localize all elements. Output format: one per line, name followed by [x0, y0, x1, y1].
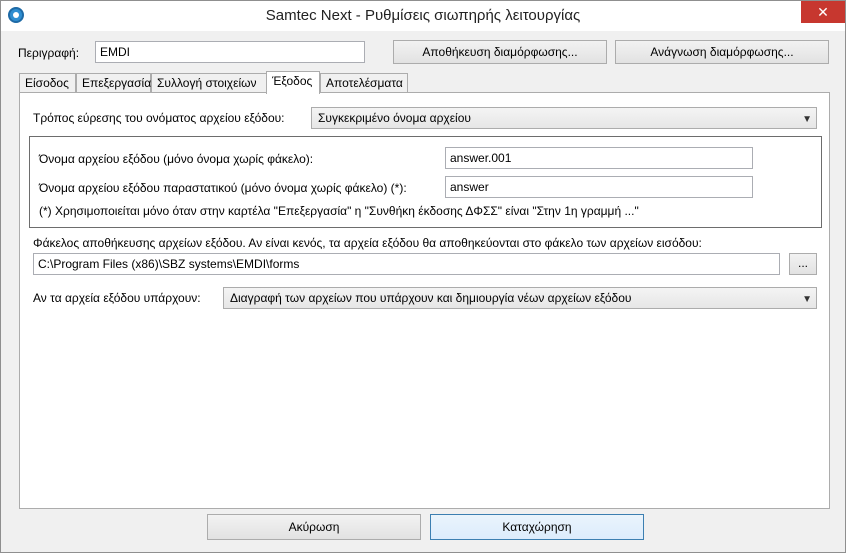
filename-mode-select[interactable]: Συγκεκριμένο όνομα αρχείου ▼	[311, 107, 817, 129]
doc-name-label: Όνομα αρχείου εξόδου παραστατικού (μόνο …	[39, 181, 407, 195]
output-name-input[interactable]: answer.001	[445, 147, 753, 169]
existing-files-value: Διαγραφή των αρχείων που υπάρχουν και δη…	[230, 291, 632, 305]
filename-mode-value: Συγκεκριμένο όνομα αρχείου	[318, 111, 471, 125]
doc-name-input[interactable]: answer	[445, 176, 753, 198]
existing-files-label: Αν τα αρχεία εξόδου υπάρχουν:	[33, 291, 201, 305]
tab-data-collection[interactable]: Συλλογή στοιχείων	[151, 73, 267, 93]
tab-processing[interactable]: Επεξεργασία	[76, 73, 151, 93]
submit-button[interactable]: Καταχώρηση	[430, 514, 644, 540]
cancel-button[interactable]: Ακύρωση	[207, 514, 421, 540]
title-bar: Samtec Next - Ρυθμίσεις σιωπηρής λειτουρ…	[1, 1, 845, 31]
output-folder-label: Φάκελος αποθήκευσης αρχείων εξόδου. Αν ε…	[33, 236, 702, 250]
dialog-window: Samtec Next - Ρυθμίσεις σιωπηρής λειτουρ…	[0, 0, 846, 553]
load-config-button[interactable]: Ανάγνωση διαμόρφωσης...	[615, 40, 829, 64]
doc-name-note: (*) Χρησιμοποιείται μόνο όταν στην καρτέ…	[39, 204, 639, 218]
chevron-down-icon: ▼	[802, 114, 812, 125]
chevron-down-icon: ▼	[802, 294, 812, 305]
tab-input[interactable]: Είσοδος	[19, 73, 76, 93]
output-name-label: Όνομα αρχείου εξόδου (μόνο όνομα χωρίς φ…	[39, 152, 314, 166]
browse-folder-button[interactable]: ...	[789, 253, 817, 275]
filename-mode-label: Τρόπος εύρεσης του ονόματος αρχείου εξόδ…	[33, 111, 285, 125]
tab-results[interactable]: Αποτελέσματα	[320, 73, 408, 93]
description-input[interactable]: EMDI	[95, 41, 365, 63]
existing-files-select[interactable]: Διαγραφή των αρχείων που υπάρχουν και δη…	[223, 287, 817, 309]
save-config-button[interactable]: Αποθήκευση διαμόρφωσης...	[393, 40, 607, 64]
close-button[interactable]: ✕	[801, 1, 845, 23]
description-label: Περιγραφή:	[18, 46, 80, 60]
window-title: Samtec Next - Ρυθμίσεις σιωπηρής λειτουρ…	[265, 7, 581, 24]
output-folder-input[interactable]: C:\Program Files (x86)\SBZ systems\EMDI\…	[33, 253, 780, 275]
tab-output[interactable]: Έξοδος	[266, 71, 320, 94]
